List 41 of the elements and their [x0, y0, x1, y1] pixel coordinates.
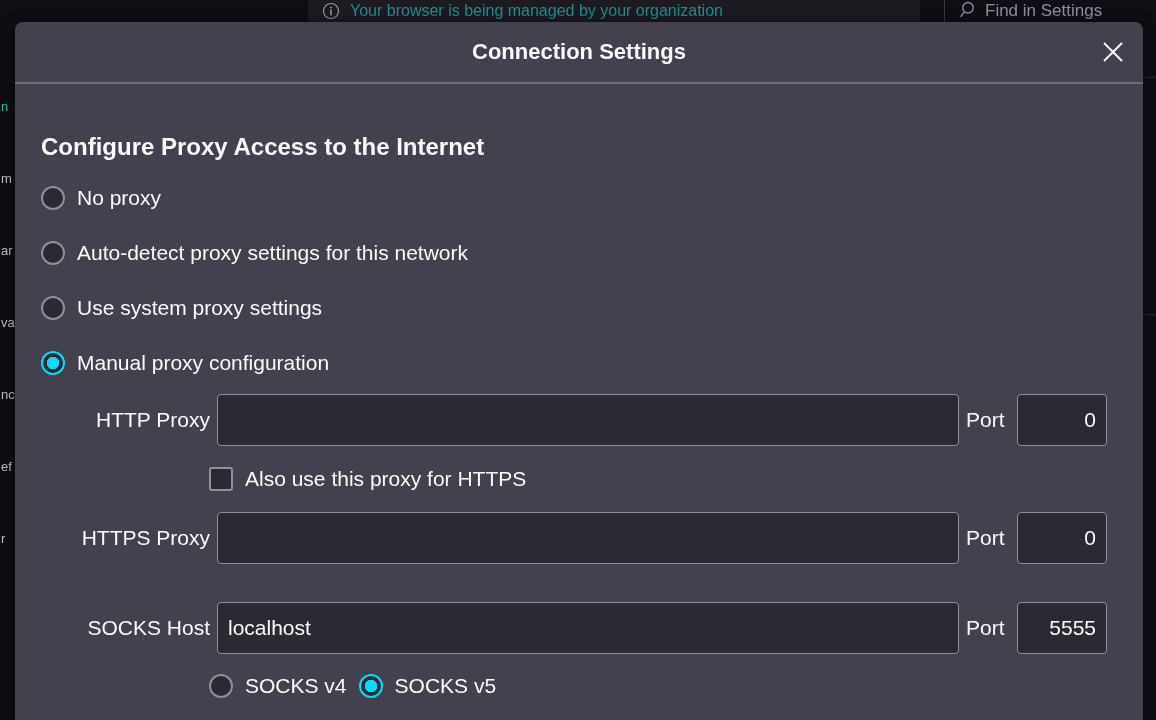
input-field[interactable] — [217, 394, 959, 446]
radio-label: Use system proxy settings — [77, 295, 323, 320]
port-field[interactable]: 5555 — [1017, 602, 1107, 654]
field-label: HTTPS Proxy — [80, 526, 210, 550]
radio-button[interactable] — [41, 240, 65, 265]
field-label: Port — [966, 408, 1006, 432]
sidebar-item[interactable]: r — [1, 526, 6, 552]
search-icon — [959, 1, 977, 19]
radio-button[interactable] — [41, 185, 65, 210]
section-heading: Configure Proxy Access to the Internet — [41, 132, 486, 162]
sidebar-item[interactable]: ar — [1, 238, 13, 264]
input-field[interactable] — [217, 512, 959, 564]
radio-button[interactable] — [358, 674, 383, 698]
sidebar-item[interactable]: m — [1, 166, 12, 192]
radio-label: Manual proxy configuration — [77, 350, 330, 375]
search-field[interactable]: Find in Settings — [945, 0, 1156, 40]
radio-label: SOCKS v4 — [245, 674, 347, 698]
field-label: SOCKS Host — [86, 616, 210, 640]
port-field[interactable]: 0 — [1017, 512, 1107, 564]
close-icon — [1103, 42, 1123, 62]
radio-button[interactable] — [209, 674, 233, 698]
radio-button[interactable] — [41, 350, 65, 375]
field-label: Port — [966, 616, 1006, 640]
dialog-title: Connection Settings — [472, 39, 686, 65]
port-field[interactable]: 0 — [1017, 394, 1107, 446]
radio-label: Auto-detect proxy settings for this network — [77, 240, 468, 265]
field-label: Port — [966, 526, 1006, 550]
radio-label: SOCKS v5 — [394, 674, 497, 698]
notice-text: Your browser is being managed by your organization — [350, 2, 723, 20]
sidebar-item[interactable]: n — [1, 94, 9, 120]
field-label: HTTP Proxy — [95, 408, 210, 432]
info-icon — [322, 2, 340, 20]
checkbox-label: Also use this proxy for HTTPS — [245, 467, 527, 491]
sidebar-item[interactable]: ef — [1, 454, 12, 480]
radio-button[interactable] — [41, 295, 65, 320]
sidebar-item[interactable]: va — [1, 310, 15, 336]
checkbox[interactable] — [209, 467, 233, 491]
sidebar-item[interactable]: nc — [1, 382, 15, 408]
radio-label: No proxy — [77, 185, 162, 210]
input-field[interactable]: localhost — [217, 602, 959, 654]
close-button[interactable] — [1103, 42, 1123, 62]
